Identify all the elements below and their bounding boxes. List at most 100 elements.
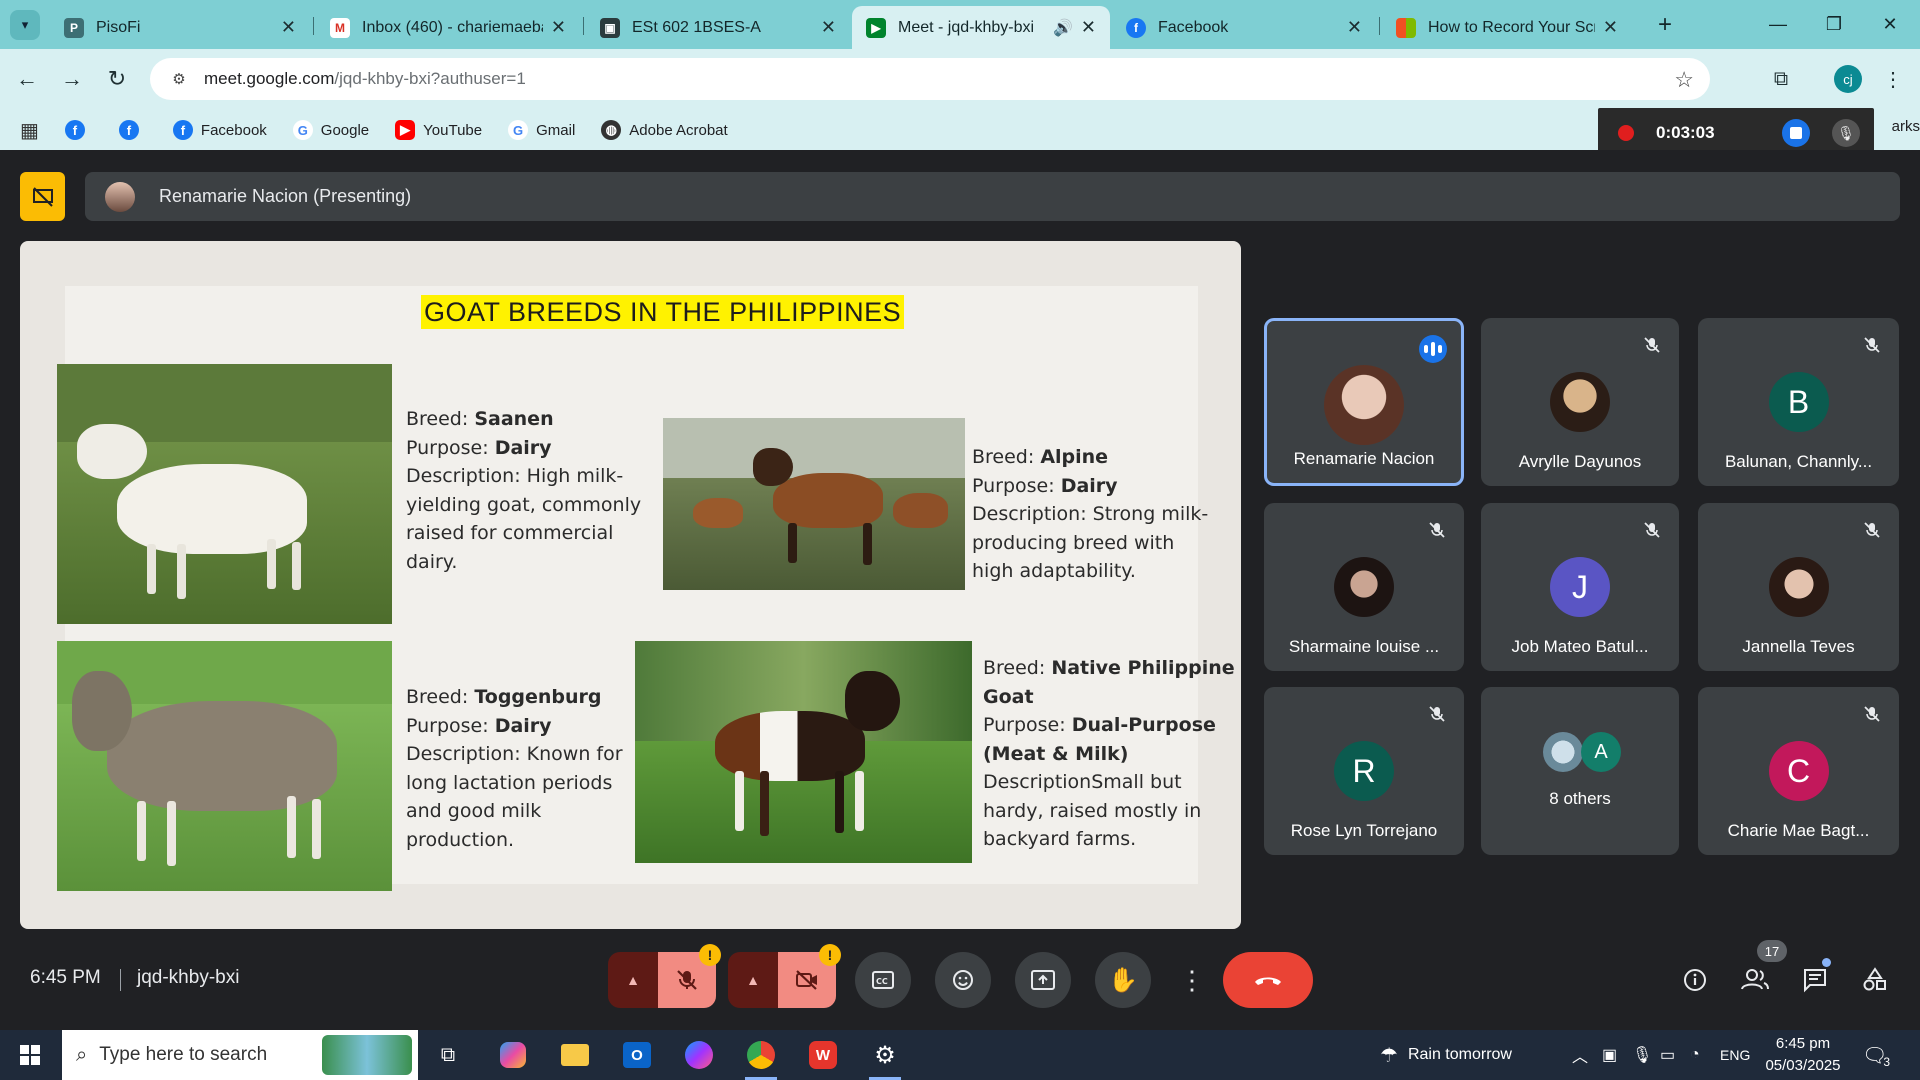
mic-off-icon xyxy=(1641,334,1663,356)
language-indicator[interactable]: ENG xyxy=(1720,1030,1750,1080)
network-tray-icon[interactable]: ◔ xyxy=(1690,1030,1700,1080)
stop-recording-button[interactable] xyxy=(1782,119,1810,147)
extensions-button[interactable]: ⧉ xyxy=(1764,62,1798,96)
breed-purpose: Dairy xyxy=(1060,474,1118,497)
presentation-toggle-button[interactable] xyxy=(20,172,65,221)
minimize-button[interactable]: — xyxy=(1750,0,1806,49)
participant-tile[interactable]: Renamarie Nacion xyxy=(1264,318,1464,486)
participant-tile[interactable]: R Rose Lyn Torrejano xyxy=(1264,687,1464,855)
bookmark-facebook-2[interactable]: f xyxy=(118,120,147,140)
bookmark-facebook-1[interactable]: f xyxy=(64,120,93,140)
settings-button[interactable]: ⚙ xyxy=(857,1030,913,1080)
windows-icon xyxy=(20,1045,40,1065)
tab-meet[interactable]: ▶ Meet - jqd-khby-bxi 🔊 ✕ xyxy=(852,6,1110,49)
task-view-button[interactable]: ⧉ xyxy=(420,1030,476,1080)
tab-classroom[interactable]: ▣ ESt 602 1BSES-A ✕ xyxy=(586,6,850,49)
tab-pisofi[interactable]: P PisoFi ✕ xyxy=(50,6,310,49)
present-button[interactable] xyxy=(1015,952,1071,1008)
participant-tile[interactable]: Avrylle Dayunos xyxy=(1481,318,1679,486)
mic-off-icon xyxy=(1426,703,1448,725)
avatar xyxy=(1334,557,1394,617)
speaker-icon[interactable]: 🔊 xyxy=(1053,18,1073,38)
taskbar-search[interactable]: ⌕ Type here to search xyxy=(62,1030,418,1080)
tab-facebook[interactable]: f Facebook ✕ xyxy=(1112,6,1376,49)
taskbar-clock[interactable]: 6:45 pm 05/03/2025 xyxy=(1758,1033,1848,1077)
avatar: B xyxy=(1768,372,1829,432)
participant-tile[interactable]: C Charie Mae Bagt... xyxy=(1698,687,1899,855)
tab-gmail[interactable]: M Inbox (460) - chariemaeba ✕ xyxy=(316,6,580,49)
arrow-left-icon: ← xyxy=(16,66,38,91)
close-tab-icon[interactable]: ✕ xyxy=(1603,17,1618,38)
camera-tray-icon[interactable]: ▣ xyxy=(1602,1030,1617,1080)
audio-options-button[interactable]: ▲ xyxy=(608,952,658,1008)
reload-button[interactable]: ↻ xyxy=(100,62,134,96)
participant-tile[interactable]: J Job Mateo Batul... xyxy=(1481,503,1679,671)
new-tab-button[interactable]: + xyxy=(1650,10,1680,40)
notifications-button[interactable]: 🗨 3 xyxy=(1862,1030,1890,1080)
people-button[interactable] xyxy=(1735,960,1775,1000)
close-window-button[interactable]: ✕ xyxy=(1862,0,1918,49)
bookmark-label: YouTube xyxy=(423,121,483,139)
bookmark-google[interactable]: G Google xyxy=(292,120,369,140)
avatar xyxy=(105,181,135,212)
captions-button[interactable]: CC xyxy=(855,952,911,1008)
tab-title: PisoFi xyxy=(96,18,141,36)
activities-button[interactable] xyxy=(1855,960,1895,1000)
close-tab-icon[interactable]: ✕ xyxy=(1347,17,1362,38)
meeting-code: jqd-khby-bxi xyxy=(137,967,240,988)
more-options-button[interactable]: ⋮ xyxy=(1175,952,1209,1008)
site-settings-icon[interactable]: ⚙ xyxy=(168,68,190,90)
copilot-button[interactable] xyxy=(485,1030,541,1080)
messenger-button[interactable] xyxy=(671,1030,727,1080)
weather-widget[interactable]: ☂ Rain tomorrow xyxy=(1380,1030,1512,1080)
others-tile[interactable]: A 8 others xyxy=(1481,687,1679,855)
browser-menu-button[interactable]: ⋮ xyxy=(1876,62,1910,96)
show-hidden-icons-button[interactable]: ︿ xyxy=(1572,1030,1588,1080)
tab-microsoft[interactable]: How to Record Your Scree ✕ xyxy=(1382,6,1632,49)
close-tab-icon[interactable]: ✕ xyxy=(551,17,566,38)
participant-tile[interactable]: B Balunan, Channly... xyxy=(1698,318,1899,486)
raise-hand-button[interactable]: ✋ xyxy=(1095,952,1151,1008)
bookmark-adobe-acrobat[interactable]: ◍ Adobe Acrobat xyxy=(601,120,728,140)
recorder-mic-button[interactable]: 🎙 xyxy=(1832,119,1860,147)
chevron-up-icon: ︿ xyxy=(1572,1049,1589,1066)
outlook-button[interactable]: O xyxy=(609,1030,665,1080)
restore-button[interactable]: ❐ xyxy=(1806,0,1862,49)
apps-button[interactable]: ▦ xyxy=(20,118,39,143)
all-bookmarks-label[interactable]: arks xyxy=(1892,118,1920,135)
purpose-label: Purpose: xyxy=(983,714,1066,736)
avatar: C xyxy=(1768,741,1829,801)
mic-tray-icon[interactable]: 🎙 xyxy=(1632,1030,1652,1080)
back-button[interactable]: ← xyxy=(10,62,44,96)
video-options-button[interactable]: ▲ xyxy=(728,952,778,1008)
tab-divider xyxy=(1379,17,1380,35)
reactions-button[interactable] xyxy=(935,952,991,1008)
close-tab-icon[interactable]: ✕ xyxy=(1081,17,1096,38)
participant-name: Rose Lyn Torrejano xyxy=(1290,821,1438,840)
battery-tray-icon[interactable]: ▭ xyxy=(1660,1030,1675,1080)
shapes-icon xyxy=(1863,967,1886,991)
bookmark-youtube[interactable]: ▶ YouTube xyxy=(395,120,482,140)
start-button[interactable] xyxy=(0,1030,60,1080)
close-tab-icon[interactable]: ✕ xyxy=(821,17,836,38)
meeting-details-button[interactable] xyxy=(1675,960,1715,1000)
leave-call-button[interactable] xyxy=(1223,952,1313,1008)
file-explorer-button[interactable] xyxy=(547,1030,603,1080)
bookmark-gmail[interactable]: G Gmail xyxy=(508,120,575,140)
profile-avatar[interactable]: cj xyxy=(1834,65,1862,93)
more-vert-icon: ⋮ xyxy=(1883,68,1903,91)
mic-off-icon xyxy=(1426,519,1448,541)
participant-tile[interactable]: Sharmaine louise ... xyxy=(1264,503,1464,671)
participant-tile[interactable]: Jannella Teves xyxy=(1698,503,1899,671)
google-icon: G xyxy=(292,120,313,140)
bookmark-star-icon[interactable]: ☆ xyxy=(1674,67,1694,93)
emoji-icon xyxy=(953,970,973,990)
close-tab-icon[interactable]: ✕ xyxy=(281,17,296,38)
tab-divider xyxy=(313,17,314,35)
forward-button[interactable]: → xyxy=(55,62,89,96)
address-bar[interactable]: ⚙ meet.google.com/jqd-khby-bxi?authuser=… xyxy=(150,58,1710,100)
wps-office-button[interactable]: W xyxy=(795,1030,851,1080)
tab-search-button[interactable]: ▾ xyxy=(10,10,40,40)
chrome-button[interactable] xyxy=(733,1030,789,1080)
bookmark-facebook[interactable]: f Facebook xyxy=(172,120,267,140)
